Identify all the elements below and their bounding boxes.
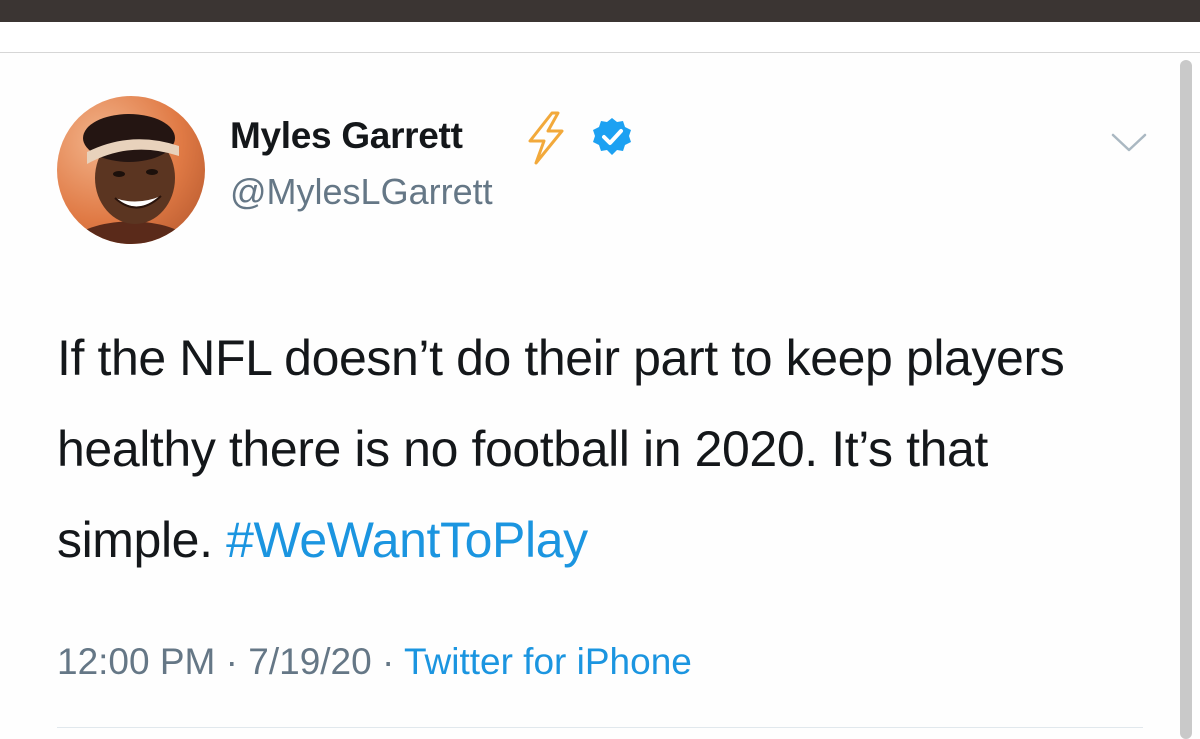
avatar[interactable] xyxy=(57,96,205,244)
lightning-bolt-icon xyxy=(528,111,564,165)
top-browser-bar xyxy=(0,0,1200,22)
meta-separator: · xyxy=(215,641,249,682)
verified-badge-icon xyxy=(593,118,631,155)
hashtag-link[interactable]: #WeWantToPlay xyxy=(226,512,588,568)
avatar-image xyxy=(57,96,205,244)
scrollbar[interactable] xyxy=(1180,60,1192,739)
tweet-text: If the NFL doesn’t do their part to keep… xyxy=(57,313,1147,586)
tweet-date[interactable]: 7/19/20 xyxy=(248,641,371,682)
tweet-source-link[interactable]: Twitter for iPhone xyxy=(404,641,692,682)
tweet-card: Myles Garrett @MylesLGarrett If the NFL … xyxy=(0,53,1200,739)
display-name[interactable]: Myles Garrett xyxy=(230,115,463,157)
tweet-divider xyxy=(57,727,1143,728)
tweet-time[interactable]: 12:00 PM xyxy=(57,641,215,682)
user-handle[interactable]: @MylesLGarrett xyxy=(230,171,493,213)
tweet-metadata: 12:00 PM · 7/19/20 · Twitter for iPhone xyxy=(57,641,692,683)
chevron-down-icon[interactable] xyxy=(1110,127,1148,157)
meta-separator: · xyxy=(371,641,404,682)
